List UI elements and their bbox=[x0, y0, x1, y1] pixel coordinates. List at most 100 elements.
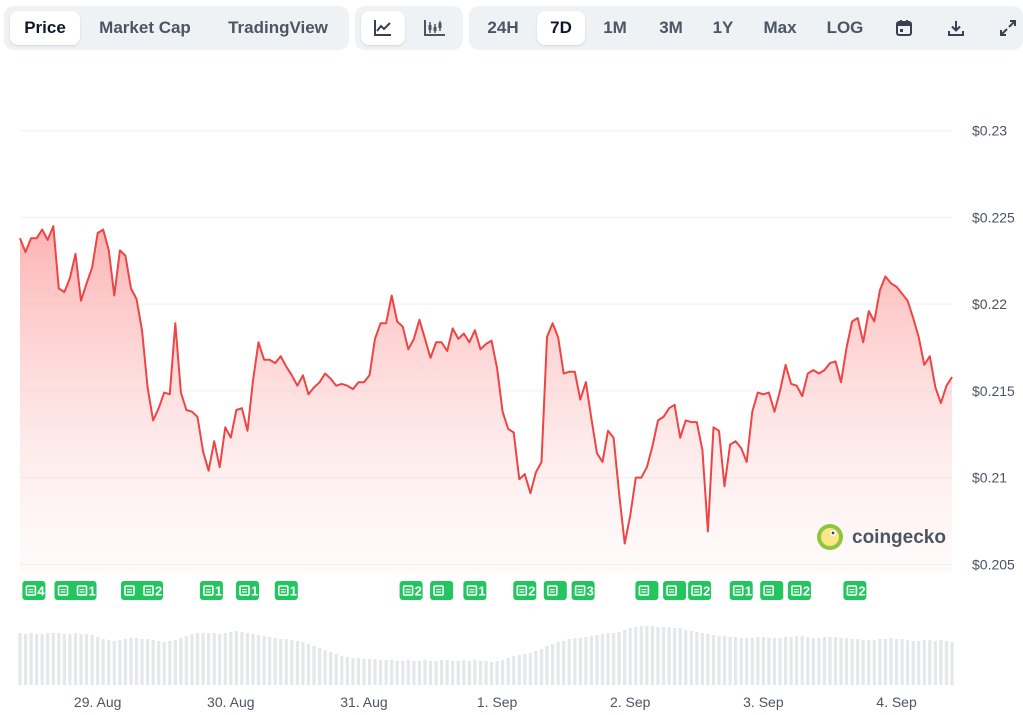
volume-bar bbox=[434, 661, 438, 685]
volume-bar bbox=[828, 637, 832, 685]
news-marker[interactable]: 2 bbox=[843, 581, 867, 600]
volume-bar bbox=[46, 633, 50, 685]
news-marker[interactable]: 1 bbox=[54, 581, 97, 600]
volume-bar bbox=[112, 641, 116, 685]
volume-bar bbox=[584, 637, 588, 685]
volume-bar bbox=[922, 640, 926, 685]
news-marker[interactable] bbox=[543, 581, 567, 600]
range-3m[interactable]: 3M bbox=[647, 11, 695, 45]
candlestick-icon bbox=[424, 20, 445, 36]
news-marker[interactable]: 1 bbox=[729, 581, 753, 600]
volume-bar bbox=[911, 641, 915, 685]
volume-bar bbox=[151, 640, 155, 685]
volume-bar bbox=[545, 646, 549, 685]
news-marker[interactable]: 2 bbox=[399, 581, 423, 600]
volume-bar bbox=[323, 650, 327, 685]
volume-bar bbox=[512, 656, 516, 685]
volume-bar bbox=[889, 638, 893, 685]
calendar-button[interactable] bbox=[883, 11, 925, 45]
range-max[interactable]: Max bbox=[753, 11, 807, 45]
news-marker[interactable]: 2 bbox=[688, 581, 712, 600]
volume-bar bbox=[273, 638, 277, 685]
tab-tradingview[interactable]: TradingView bbox=[212, 11, 344, 45]
volume-bar bbox=[761, 637, 765, 685]
news-count: 2 bbox=[858, 584, 865, 599]
candlestick-button[interactable] bbox=[413, 11, 457, 45]
volume-bar bbox=[329, 652, 333, 685]
volume-bar bbox=[251, 634, 255, 685]
y-tick-label: $0.23 bbox=[972, 123, 1007, 139]
volume-bar bbox=[645, 626, 649, 685]
download-button[interactable] bbox=[935, 11, 977, 45]
news-marker[interactable] bbox=[635, 581, 659, 600]
line-chart-button[interactable] bbox=[361, 11, 405, 45]
volume-bar bbox=[928, 640, 932, 685]
volume-bar bbox=[833, 637, 838, 685]
volume-bar bbox=[900, 639, 904, 685]
volume-bar bbox=[406, 660, 410, 685]
news-marker[interactable]: 4 bbox=[22, 581, 46, 600]
volume-bar bbox=[146, 639, 150, 685]
news-marker[interactable]: 1 bbox=[463, 581, 487, 600]
range-1m[interactable]: 1M bbox=[593, 11, 637, 45]
download-icon bbox=[948, 21, 964, 36]
news-marker[interactable]: 1 bbox=[199, 581, 223, 600]
coingecko-logo-pupil bbox=[831, 531, 835, 535]
volume-bar bbox=[240, 632, 244, 685]
volume-bar bbox=[617, 632, 621, 685]
x-axis-labels: 29. Aug 30. Aug 31. Aug 1. Sep 2. Sep 3. Sep 4… bbox=[74, 694, 917, 710]
news-count: 2 bbox=[803, 584, 810, 599]
news-marker[interactable]: 1 bbox=[274, 581, 298, 600]
volume-bar bbox=[556, 642, 560, 685]
news-count: 1 bbox=[89, 584, 96, 599]
volume-bar bbox=[745, 638, 749, 685]
volume-bar bbox=[750, 638, 754, 685]
volume-bar bbox=[79, 634, 83, 685]
news-marker[interactable] bbox=[663, 581, 687, 600]
news-marker[interactable]: 1 bbox=[236, 581, 259, 600]
volume-bar bbox=[195, 633, 200, 685]
volume-bar bbox=[944, 641, 949, 685]
tab-price[interactable]: Price bbox=[10, 11, 80, 45]
volume-bar bbox=[867, 640, 871, 685]
volume-bar bbox=[562, 641, 566, 685]
y-tick-label: $0.225 bbox=[972, 209, 1015, 225]
volume-bar bbox=[639, 626, 643, 685]
news-marker[interactable]: 3 bbox=[571, 581, 595, 600]
y-axis-labels: $0.205 $0.21 $0.215 $0.22 $0.225 $0.23 bbox=[972, 123, 1015, 573]
volume-bar bbox=[473, 660, 477, 685]
news-count: 4 bbox=[37, 584, 45, 599]
news-marker[interactable] bbox=[430, 581, 454, 600]
chart-toolbar: Price Market Cap TradingView 24H 7D 1M 3… bbox=[4, 6, 1023, 52]
news-marker[interactable]: 2 bbox=[121, 581, 163, 600]
range-24h[interactable]: 24H bbox=[477, 11, 529, 45]
volume-bar bbox=[933, 641, 937, 685]
news-marker[interactable] bbox=[760, 581, 784, 600]
range-7d[interactable]: 7D bbox=[537, 11, 585, 45]
y-tick-label: $0.21 bbox=[972, 470, 1007, 486]
news-count: 1 bbox=[215, 584, 222, 599]
volume-bar bbox=[29, 633, 33, 685]
volume-bar bbox=[673, 628, 677, 685]
volume-bar bbox=[784, 637, 788, 685]
price-chart-svg: $0.205 $0.21 $0.215 $0.22 $0.225 $0.23 coinge… bbox=[18, 123, 1015, 710]
volume-bar bbox=[817, 638, 821, 685]
expand-button[interactable] bbox=[987, 11, 1023, 45]
volume-bar bbox=[628, 628, 632, 685]
news-marker[interactable]: 2 bbox=[787, 581, 811, 600]
volume-bar bbox=[861, 640, 865, 685]
volume-bar bbox=[656, 627, 660, 685]
volume-bar bbox=[440, 660, 444, 685]
volume-bar bbox=[772, 638, 777, 685]
tab-market-cap[interactable]: Market Cap bbox=[86, 11, 204, 45]
x-tick-label: 29. Aug bbox=[74, 694, 122, 710]
volume-bar bbox=[73, 633, 78, 685]
range-log[interactable]: LOG bbox=[815, 11, 875, 45]
volume-bar bbox=[168, 641, 172, 685]
volume-bar bbox=[734, 637, 738, 685]
volume-bar bbox=[534, 651, 538, 685]
volume-bar bbox=[661, 627, 666, 685]
news-marker[interactable]: 2 bbox=[513, 581, 537, 600]
volume-bar bbox=[806, 637, 810, 685]
range-1y[interactable]: 1Y bbox=[703, 11, 743, 45]
